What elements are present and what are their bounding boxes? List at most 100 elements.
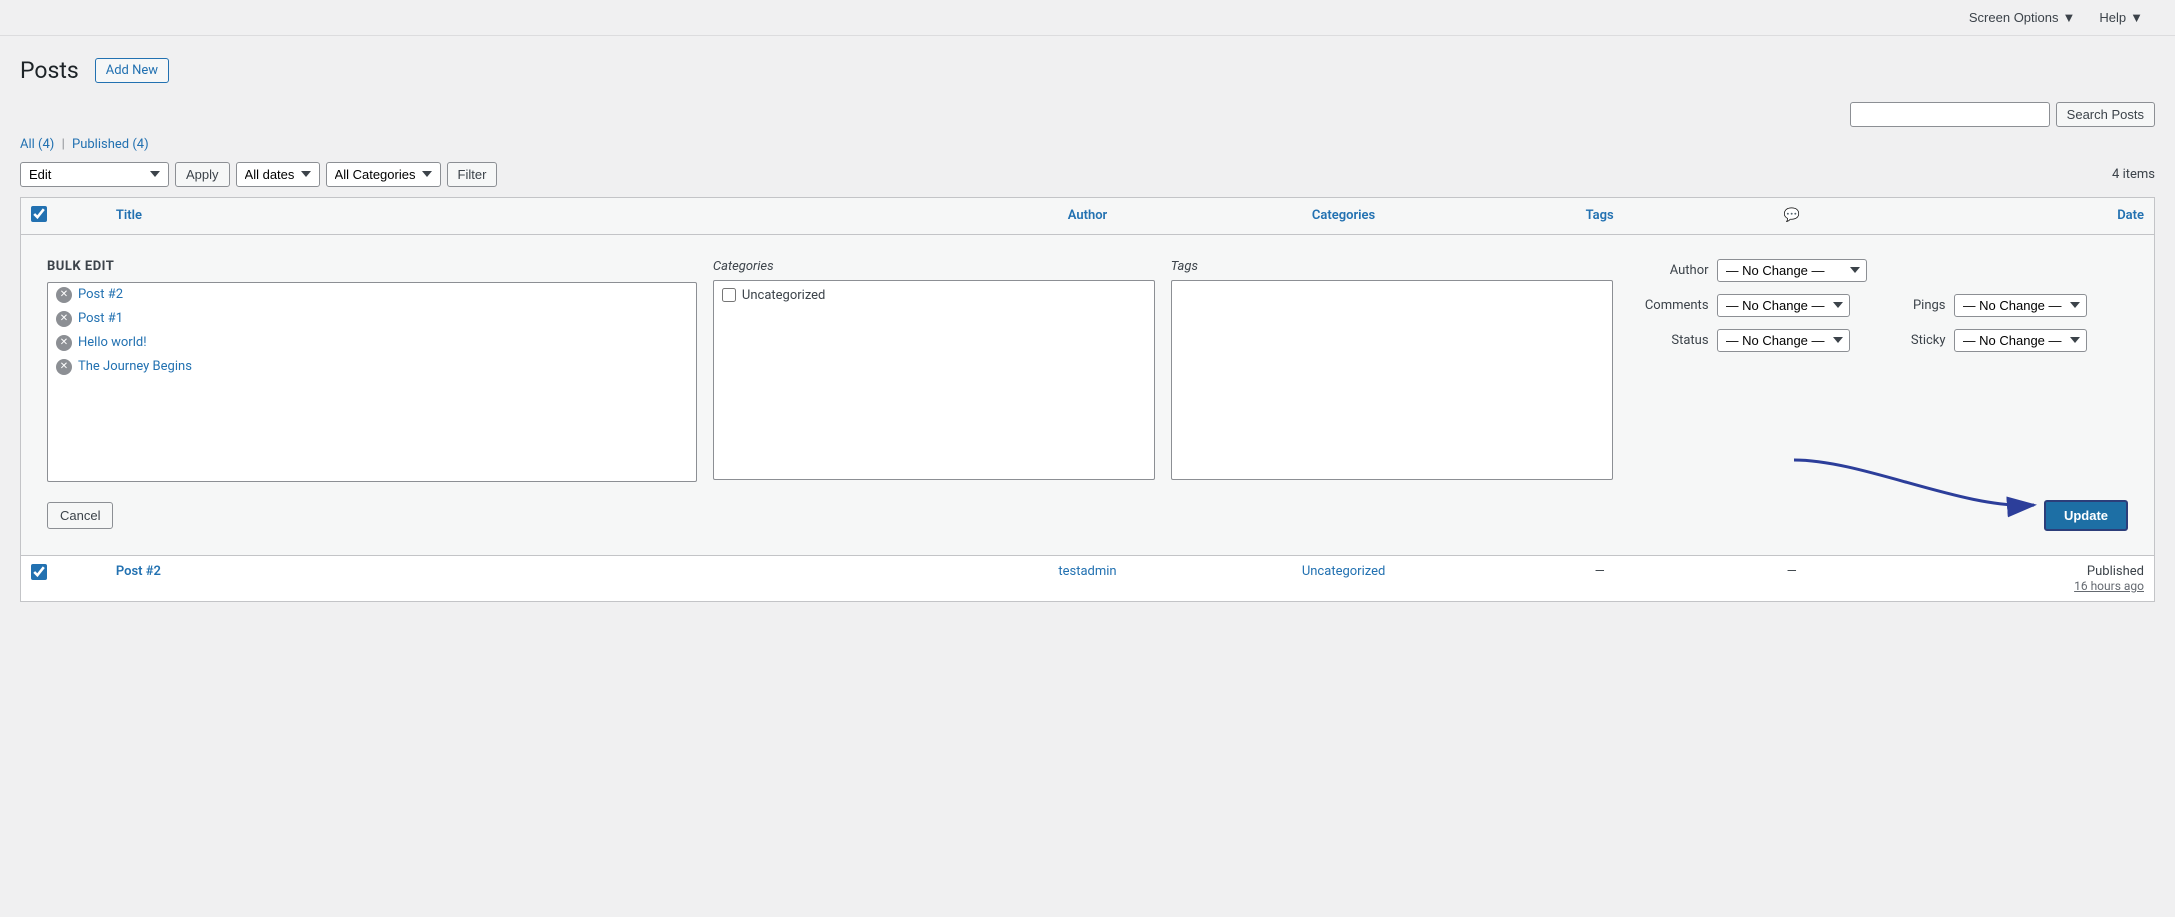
select-all-checkbox[interactable] [31,206,47,222]
remove-journey-icon[interactable]: ✕ [56,359,72,375]
post2-checkbox[interactable] [31,564,47,580]
tags-textarea[interactable] [1171,280,1613,480]
update-button[interactable]: Update [2044,500,2128,531]
journey-title: The Journey Begins [78,359,192,374]
th-categories: Categories [1216,197,1472,234]
row-categories-cell: Uncategorized [1216,555,1472,601]
author-select[interactable]: — No Change — testadmin [1717,259,1867,282]
th-tags: Tags [1472,197,1728,234]
help-button[interactable]: Help ▼ [2087,6,2155,29]
categories-list: Uncategorized [713,280,1155,480]
th-title-label: Title [116,208,142,223]
hello-world-title: Hello world! [78,335,147,350]
categories-col-label: Categories [713,259,1155,274]
list-item: ✕ Hello world! [48,331,696,355]
help-label: Help [2099,10,2126,25]
uncategorized-label: Uncategorized [742,288,825,303]
row-title-cell: Post #2 [106,555,960,601]
bulk-edit-cell: BULK EDIT ✕ Post #2 ✕ Post #1 [21,234,2155,555]
search-posts-button[interactable]: Search Posts [2056,102,2155,127]
search-row: Search Posts [20,102,2155,127]
category-link[interactable]: Uncategorized [1302,564,1385,579]
tags-col-label: Tags [1171,259,1613,274]
add-new-button[interactable]: Add New [95,58,169,83]
th-checkbox [21,197,106,234]
sticky-option: Sticky — No Change — [1866,329,2087,352]
bulk-edit-inner: BULK EDIT ✕ Post #2 ✕ Post #1 [31,243,2144,500]
post2-title: Post #2 [78,287,123,302]
post1-title: Post #1 [78,311,123,326]
screen-options-label: Screen Options [1969,10,2059,25]
bulk-edit-label: BULK EDIT [47,259,697,282]
main-content: Posts Add New Search Posts All (4) | Pub… [0,36,2175,602]
published-posts-link[interactable]: Published (4) [72,137,149,152]
published-time: 16 hours ago [1866,579,2144,593]
page-header: Posts Add New [20,56,2155,86]
post-filter-links: All (4) | Published (4) [20,137,2155,152]
status-option: Status — No Change — [1629,329,1850,352]
sticky-select[interactable]: — No Change — [1954,329,2087,352]
bulk-edit-posts-list: ✕ Post #2 ✕ Post #1 ✕ Hello world! [47,282,697,482]
list-item: ✕ Post #1 [48,307,696,331]
search-input[interactable] [1850,102,2050,127]
comments-pings-row: Comments — No Change — Pings — No Change… [1629,294,2128,317]
row-tags-cell: — [1472,555,1728,601]
remove-post1-icon[interactable]: ✕ [56,311,72,327]
comments-option: Comments — No Change — [1629,294,1850,317]
screen-options-button[interactable]: Screen Options ▼ [1957,6,2087,29]
dates-select[interactable]: All dates [236,162,320,187]
row-comments-cell: — [1728,555,1856,601]
comments-select[interactable]: — No Change — [1717,294,1850,317]
apply-button[interactable]: Apply [175,162,230,187]
bulk-edit-footer: Cancel [31,500,2144,547]
posts-table: Title Author Categories Tags 💬 Date [20,197,2155,602]
cancel-button[interactable]: Cancel [47,502,113,529]
separator: | [62,137,65,152]
post2-title-link[interactable]: Post #2 [116,564,161,579]
list-item: ✕ Post #2 [48,283,696,307]
bulk-edit-posts-column: BULK EDIT ✕ Post #2 ✕ Post #1 [47,259,713,484]
pings-select[interactable]: — No Change — [1954,294,2087,317]
row-author-cell: testadmin [959,555,1215,601]
th-title[interactable]: Title [106,197,960,234]
th-author: Author [959,197,1215,234]
pings-label: Pings [1866,298,1946,313]
table-header-row: Title Author Categories Tags 💬 Date [21,197,2155,234]
list-item: ✕ The Journey Begins [48,355,696,379]
author-option-row: Author — No Change — testadmin [1629,259,2128,282]
remove-post2-icon[interactable]: ✕ [56,287,72,303]
row-date-cell: Published 16 hours ago [1856,555,2155,601]
help-chevron-icon: ▼ [2130,10,2143,25]
items-count: 4 items [2112,167,2155,182]
all-posts-link[interactable]: All (4) [20,137,58,152]
comments-label: Comments [1629,298,1709,313]
status-sticky-row: Status — No Change — Sticky — No Change … [1629,329,2128,352]
bulk-edit-categories-column: Categories Uncategorized [713,259,1171,484]
th-comments: 💬 [1728,197,1856,234]
top-bar: Screen Options ▼ Help ▼ [0,0,2175,36]
bulk-edit-row: BULK EDIT ✕ Post #2 ✕ Post #1 [21,234,2155,555]
filter-row: Edit Delete Permanently Apply All dates … [20,162,2155,187]
th-date[interactable]: Date [1856,197,2155,234]
bulk-action-select[interactable]: Edit Delete Permanently [20,162,169,187]
tags-value: — [1595,564,1605,579]
list-item: Uncategorized [718,285,1150,306]
published-status: Published [1866,564,2144,579]
author-label: Author [1629,263,1709,278]
comments-bubble-icon: 💬 [1784,208,1800,223]
sticky-label: Sticky [1866,333,1946,348]
categories-select[interactable]: All Categories [326,162,441,187]
bulk-edit-options-column: Author — No Change — testadmin Comments [1629,259,2128,484]
status-label: Status [1629,333,1709,348]
status-select[interactable]: — No Change — [1717,329,1850,352]
row-checkbox-cell [21,555,106,601]
table-row: Post #2 testadmin Uncategorized — — Publ… [21,555,2155,601]
page-title: Posts [20,56,79,86]
screen-options-chevron-icon: ▼ [2063,10,2076,25]
filter-button[interactable]: Filter [447,162,498,187]
author-link[interactable]: testadmin [1058,564,1116,579]
remove-hello-world-icon[interactable]: ✕ [56,335,72,351]
uncategorized-checkbox[interactable] [722,288,736,302]
comments-value: — [1787,564,1797,579]
pings-option: Pings — No Change — [1866,294,2087,317]
